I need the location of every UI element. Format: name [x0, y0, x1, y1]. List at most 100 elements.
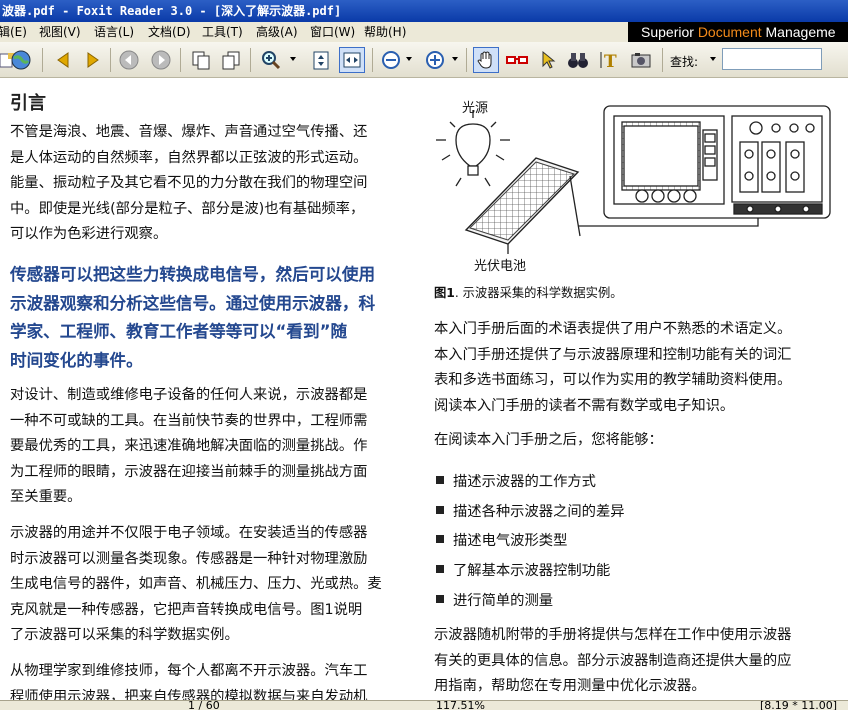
zoom-out-icon[interactable]: [378, 47, 404, 73]
figure-label-panel: 光伏电池: [474, 259, 526, 274]
paragraph: 从物理学家到维修技师，每个人都离不开示波器。汽车工 程师使用示波器，把来自传感器…: [10, 659, 367, 700]
forward-icon[interactable]: [148, 47, 174, 73]
chevron-down-icon[interactable]: [290, 57, 296, 61]
highlight-paragraph: 传感器可以把这些力转换成电信号，然后可以使用 示波器观察和分析这些信号。通过使用…: [10, 261, 375, 375]
bullet-text: 了解基本示波器控制功能: [453, 563, 611, 579]
text-line: 对设计、制造或维修电子设备的任何人来说，示波器都是: [10, 387, 368, 403]
brand-text-1: Superior: [641, 24, 698, 40]
text-line: 时间变化的事件。: [10, 350, 143, 370]
snapshot-icon[interactable]: [628, 47, 654, 73]
zoom-in-tool-icon[interactable]: [258, 47, 284, 73]
text-line: 用指南，帮助您在专用测量中优化示波器。: [434, 678, 706, 694]
menu-edit[interactable]: 辑(E): [0, 22, 27, 42]
chevron-down-icon[interactable]: [406, 57, 412, 61]
text-line: 是人体运动的自然频率，自然界都以正弦波的形式运动。: [10, 149, 368, 166]
bullet-text: 进行简单的测量: [453, 593, 554, 609]
toolbar-separator: [372, 48, 373, 72]
toolbar-separator: [466, 48, 467, 72]
text-line: 能量、振动粒子及其它看不见的力分散在我们的物理空间: [10, 175, 368, 191]
text-line: 要最优秀的工具，来迅速准确地解决面临的测量挑战。作: [10, 438, 368, 454]
text-line: 示波器随机附带的手册将提供与怎样在工作中使用示波器: [434, 627, 792, 643]
bullet-text: 描述电气波形类型: [453, 533, 568, 549]
bullet-item: 描述示波器的工作方式: [436, 470, 596, 491]
bullet-square-icon: [436, 535, 444, 543]
text-line: 示波器的用途并不仅限于电子领域。在安装适当的传感器: [10, 525, 368, 541]
text-line: 本入门手册后面的术语表提供了用户不熟悉的术语定义。: [434, 321, 792, 337]
bullet-square-icon: [436, 476, 444, 484]
figure-caption: 图1. 示波器采集的科学数据实例。: [434, 283, 623, 301]
menu-tools[interactable]: 工具(T): [202, 22, 243, 42]
bullet-item: 描述各种示波器之间的差异: [436, 500, 625, 521]
text-line: 在阅读本入门手册之后，您将能够：: [434, 432, 663, 448]
copy-page-icon[interactable]: [188, 47, 214, 73]
zoom-level[interactable]: 117.51%: [436, 701, 485, 710]
bullet-item: 进行简单的测量: [436, 589, 553, 610]
bullet-square-icon: [436, 506, 444, 514]
text-line: 克风就是一种传感器，它把声音转换成电信号。图1说明: [10, 601, 363, 618]
paragraph: 不管是海浪、地震、音爆、爆炸、声音通过空气传播、还 是人体运动的自然频率，自然界…: [10, 120, 367, 248]
text-line: 至关重要。: [10, 489, 82, 505]
binoculars-icon[interactable]: [565, 47, 591, 73]
text-line: 生成电信号的器件，如声音、机械压力、压力、光或热。麦: [10, 576, 382, 592]
paragraph: 本入门手册后面的术语表提供了用户不熟悉的术语定义。 本入门手册还提供了与示波器原…: [434, 317, 791, 419]
toolbar-separator: [42, 48, 43, 72]
toolbar-separator: [110, 48, 111, 72]
menu-window[interactable]: 窗口(W): [310, 22, 355, 42]
glasses-icon[interactable]: [504, 47, 530, 73]
figure-label-light: 光源: [462, 101, 488, 116]
zoom-in-icon[interactable]: [422, 47, 448, 73]
page-size: [8.19 * 11.00]: [760, 700, 838, 710]
text-line: 了示波器可以采集的科学数据实例。: [10, 627, 239, 643]
fit-width-icon[interactable]: [339, 47, 365, 73]
chevron-down-icon[interactable]: [710, 57, 716, 61]
paragraph: 对设计、制造或维修电子设备的任何人来说，示波器都是 一种不可或缺的工具。在当前快…: [10, 383, 367, 511]
text-line: 不管是海浪、地震、音爆、爆炸、声音通过空气传播、还: [10, 124, 368, 140]
menu-help[interactable]: 帮助(H): [364, 22, 406, 42]
text-line: 表和多选书面练习，可以作为实用的教学辅助资料使用。: [434, 372, 792, 388]
document-page: 引言 不管是海浪、地震、音爆、爆炸、声音通过空气传播、还 是人体运动的自然频率，…: [0, 78, 848, 700]
toolbar-separator: [250, 48, 251, 72]
text-line: 中。即使是光线(部分是粒子、部分是波)也有基础频率，: [10, 200, 365, 217]
text-line: 可以作为色彩进行观察。: [10, 226, 168, 242]
page-indicator[interactable]: 1 / 60: [188, 701, 220, 710]
first-page-icon[interactable]: [50, 47, 76, 73]
text-line: 示波器观察和分析这些信号。通过使用示波器，科: [10, 293, 376, 313]
oscilloscope-icon: [603, 105, 831, 219]
rotate-page-icon[interactable]: [218, 47, 244, 73]
globe-icon[interactable]: [8, 47, 34, 73]
text-line: 时示波器可以测量各类现象。传感器是一种针对物理激励: [10, 550, 368, 567]
last-page-icon[interactable]: [80, 47, 106, 73]
brand-text-2: Document: [697, 24, 762, 40]
status-bar: 1 / 60 117.51% [8.19 * 11.00]: [0, 700, 848, 710]
text-tool-icon[interactable]: T: [597, 47, 623, 73]
find-label: 查找:: [670, 55, 699, 69]
figure-caption-number: 图1: [434, 286, 455, 300]
menu-language[interactable]: 语言(L): [94, 22, 134, 42]
text-line: 从物理学家到维修技师，每个人都离不开示波器。汽车工: [10, 663, 368, 679]
find-input[interactable]: [722, 48, 822, 70]
bullet-item: 了解基本示波器控制功能: [436, 559, 610, 580]
text-line: 有关的更具体的信息。部分示波器制造商还提供大量的应: [434, 652, 792, 669]
bullet-square-icon: [436, 595, 444, 603]
toolbar-separator: [662, 48, 663, 72]
brand-text-3: Manageme: [761, 24, 836, 40]
text-line: 本入门手册还提供了与示波器原理和控制功能有关的词汇: [434, 346, 792, 363]
menu-view[interactable]: 视图(V): [39, 22, 81, 42]
window-title: 波器.pdf - Foxit Reader 3.0 - [深入了解示波器.pdf…: [2, 4, 342, 18]
text-line: 一种不可或缺的工具。在当前快节奏的世界中，工程师需: [10, 412, 368, 429]
toolbar: T 查找:: [0, 42, 848, 78]
select-arrow-icon[interactable]: [535, 47, 561, 73]
menu-document[interactable]: 文档(D): [148, 22, 191, 42]
menu-advanced[interactable]: 高级(A): [256, 22, 298, 42]
bullet-item: 描述电气波形类型: [436, 529, 567, 550]
fit-page-icon[interactable]: [308, 47, 334, 73]
hand-tool-icon[interactable]: [473, 47, 499, 73]
bullet-text: 描述示波器的工作方式: [453, 474, 596, 490]
svg-text:T: T: [604, 52, 617, 70]
paragraph: 在阅读本入门手册之后，您将能够：: [434, 428, 663, 454]
chevron-down-icon[interactable]: [452, 57, 458, 61]
back-icon[interactable]: [116, 47, 142, 73]
paragraph: 示波器的用途并不仅限于电子领域。在安装适当的传感器 时示波器可以测量各类现象。传…: [10, 521, 382, 649]
bullet-square-icon: [436, 565, 444, 573]
text-line: 传感器可以把这些力转换成电信号，然后可以使用: [10, 265, 376, 284]
